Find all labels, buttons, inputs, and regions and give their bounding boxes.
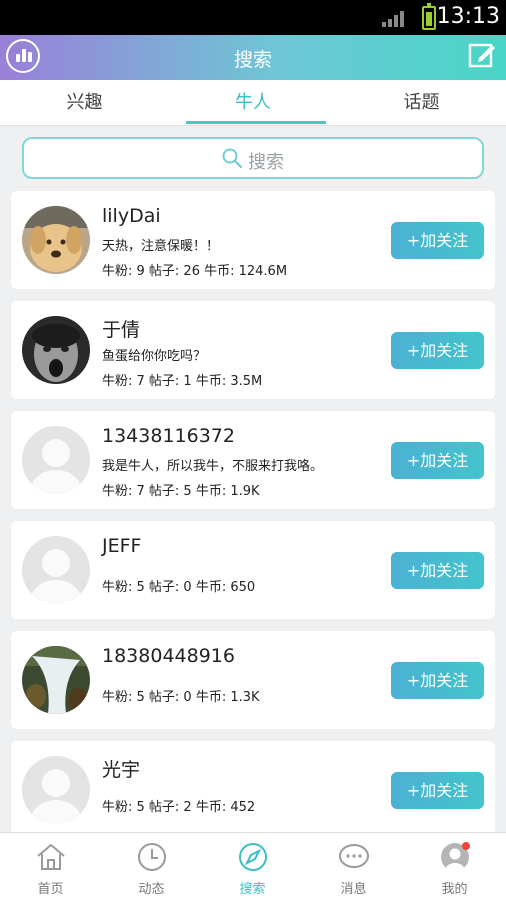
user-name[interactable]: 18380448916 xyxy=(102,645,235,667)
nav-label: 我的 xyxy=(441,882,468,897)
home-icon xyxy=(37,843,65,870)
battery-icon xyxy=(422,3,436,30)
nav-label: 首页 xyxy=(37,882,64,897)
user-bio: 鱼蛋给你你吃吗？ xyxy=(102,349,207,364)
clock-icon xyxy=(138,843,166,871)
user-card[interactable]: 18380448916 牛粉: 5 帖子: 0 牛币: 1.3K +加关注 xyxy=(11,631,495,729)
user-stats: 牛粉: 9 帖子: 26 牛币: 124.6M xyxy=(102,264,288,279)
user-name[interactable]: 13438116372 xyxy=(102,425,235,447)
avatar[interactable] xyxy=(22,206,90,274)
user-stats: 牛粉: 5 帖子: 0 牛币: 650 xyxy=(102,580,256,595)
follow-button[interactable]: +加关注 xyxy=(391,552,484,589)
avatar[interactable] xyxy=(22,756,90,824)
search-icon xyxy=(222,148,242,168)
user-stats: 牛粉: 5 帖子: 2 牛币: 452 xyxy=(102,800,256,815)
avatar[interactable] xyxy=(22,646,90,714)
user-stats: 牛粉: 7 帖子: 1 牛币: 3.5M xyxy=(102,374,263,389)
follow-button[interactable]: +加关注 xyxy=(391,442,484,479)
nav-label: 动态 xyxy=(138,882,165,897)
user-card[interactable]: 于倩 鱼蛋给你你吃吗？ 牛粉: 7 帖子: 1 牛币: 3.5M +加关注 xyxy=(11,301,495,399)
user-card[interactable]: lilyDai 天热，注意保暖！！ 牛粉: 9 帖子: 26 牛币: 124.6… xyxy=(11,191,495,289)
search-placeholder: 搜索 xyxy=(248,152,284,173)
nav-messages[interactable]: 消息 xyxy=(303,833,404,900)
signal-icon xyxy=(382,11,404,27)
user-bio: 天热，注意保暖！！ xyxy=(102,239,220,254)
profile-icon xyxy=(441,842,470,873)
bottom-nav: 首页 动态 搜索 消息 我的 xyxy=(0,832,506,900)
avatar[interactable] xyxy=(22,426,90,494)
avatar[interactable] xyxy=(22,316,90,384)
app-header: 搜索 xyxy=(0,35,506,80)
user-name[interactable]: 光宇 xyxy=(102,755,140,782)
search-input[interactable]: 搜索 xyxy=(22,137,484,179)
nav-activity[interactable]: 动态 xyxy=(101,833,202,900)
nav-home[interactable]: 首页 xyxy=(0,833,101,900)
tab-experts[interactable]: 牛人 xyxy=(169,80,337,126)
follow-button[interactable]: +加关注 xyxy=(391,662,484,699)
follow-button[interactable]: +加关注 xyxy=(391,222,484,259)
user-bio: 我是牛人，所以我牛，不服来打我咯。 xyxy=(102,459,324,474)
nav-profile[interactable]: 我的 xyxy=(404,833,505,900)
user-name[interactable]: JEFF xyxy=(102,535,141,557)
avatar[interactable] xyxy=(22,536,90,604)
tab-bar: 兴趣 牛人 话题 xyxy=(0,80,506,126)
compass-icon xyxy=(239,843,267,871)
tab-interest[interactable]: 兴趣 xyxy=(0,80,169,126)
chat-icon xyxy=(339,844,369,868)
user-stats: 牛粉: 7 帖子: 5 牛币: 1.9K xyxy=(102,484,260,499)
nav-label: 消息 xyxy=(340,882,367,897)
user-name[interactable]: 于倩 xyxy=(102,315,140,342)
user-card[interactable]: JEFF 牛粉: 5 帖子: 0 牛币: 650 +加关注 xyxy=(11,521,495,619)
follow-button[interactable]: +加关注 xyxy=(391,772,484,809)
nav-search[interactable]: 搜索 xyxy=(202,833,303,900)
edit-icon[interactable] xyxy=(468,41,496,69)
status-bar: 13:13 xyxy=(0,0,506,35)
nav-label: 搜索 xyxy=(239,882,266,897)
clock-time: 13:13 xyxy=(436,4,500,29)
user-card[interactable]: 13438116372 我是牛人，所以我牛，不服来打我咯。 牛粉: 7 帖子: … xyxy=(11,411,495,509)
user-name[interactable]: lilyDai xyxy=(102,205,161,227)
follow-button[interactable]: +加关注 xyxy=(391,332,484,369)
tab-active-indicator xyxy=(186,121,326,124)
page-title: 搜索 xyxy=(233,49,272,71)
user-stats: 牛粉: 5 帖子: 0 牛币: 1.3K xyxy=(102,690,260,705)
user-card[interactable]: 光宇 牛粉: 5 帖子: 2 牛币: 452 +加关注 xyxy=(11,741,495,839)
tab-topics[interactable]: 话题 xyxy=(337,80,506,126)
